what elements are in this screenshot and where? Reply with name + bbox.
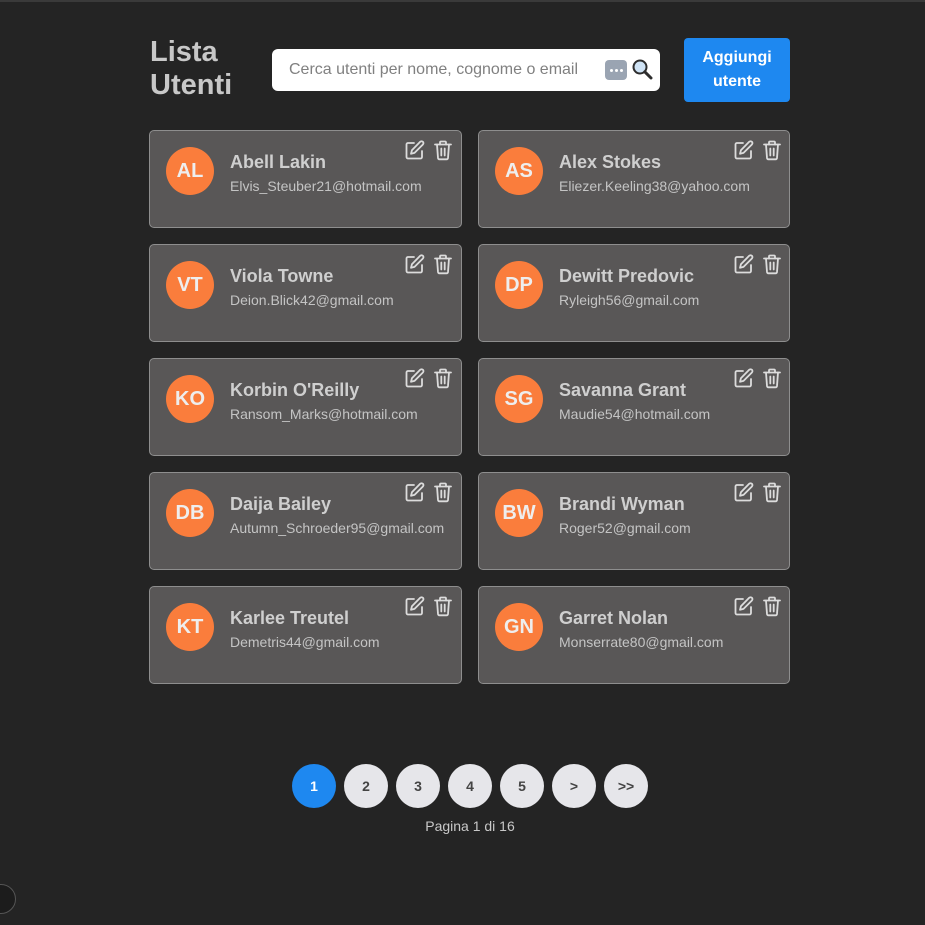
avatar: BW bbox=[495, 489, 543, 537]
trash-icon bbox=[432, 253, 454, 275]
user-name: Savanna Grant bbox=[559, 380, 687, 400]
user-card: KT Karlee Treutel Demetris44@gmail.com bbox=[149, 586, 462, 684]
user-card: BW Brandi Wyman Roger52@gmail.com bbox=[478, 472, 790, 570]
trash-icon bbox=[432, 481, 454, 503]
user-card: GN Garret Nolan Monserrate80@gmail.com bbox=[478, 586, 790, 684]
trash-icon bbox=[761, 481, 783, 503]
user-name: Alex Stokes bbox=[559, 152, 662, 172]
avatar: DB bbox=[166, 489, 214, 537]
user-card: AS Alex Stokes Eliezer.Keeling38@yahoo.c… bbox=[478, 130, 790, 228]
trash-icon bbox=[761, 367, 783, 389]
edit-button[interactable] bbox=[733, 481, 755, 503]
edit-icon bbox=[404, 253, 426, 275]
page-title: Lista Utenti bbox=[150, 36, 233, 101]
edit-icon bbox=[404, 595, 426, 617]
user-name: Abell Lakin bbox=[230, 152, 327, 172]
page-info: Pagina 1 di 16 bbox=[425, 818, 515, 834]
edit-icon bbox=[733, 253, 755, 275]
next-page-button[interactable]: > bbox=[552, 764, 596, 808]
user-name: Korbin O'Reilly bbox=[230, 380, 360, 400]
add-user-button[interactable]: Aggiungi utente bbox=[684, 38, 790, 102]
avatar: GN bbox=[495, 603, 543, 651]
search-box bbox=[272, 49, 660, 91]
edit-icon bbox=[733, 481, 755, 503]
avatar: AS bbox=[495, 147, 543, 195]
trash-icon bbox=[432, 595, 454, 617]
user-email: Elvis_Steuber21@hotmail.com bbox=[230, 178, 422, 194]
delete-button[interactable] bbox=[432, 253, 454, 275]
trash-icon bbox=[761, 253, 783, 275]
user-email: Roger52@gmail.com bbox=[559, 520, 691, 536]
user-card: SG Savanna Grant Maudie54@hotmail.com bbox=[478, 358, 790, 456]
floating-toggle[interactable] bbox=[0, 884, 16, 914]
delete-button[interactable] bbox=[432, 481, 454, 503]
user-email: Autumn_Schroeder95@gmail.com bbox=[230, 520, 445, 536]
user-email: Maudie54@hotmail.com bbox=[559, 406, 711, 422]
edit-button[interactable] bbox=[733, 367, 755, 389]
page-button-3[interactable]: 3 bbox=[396, 764, 440, 808]
user-email: Ryleigh56@gmail.com bbox=[559, 292, 700, 308]
delete-button[interactable] bbox=[761, 139, 783, 161]
delete-button[interactable] bbox=[432, 595, 454, 617]
delete-button[interactable] bbox=[761, 367, 783, 389]
user-name: Dewitt Predovic bbox=[559, 266, 695, 286]
edit-button[interactable] bbox=[733, 253, 755, 275]
delete-button[interactable] bbox=[761, 595, 783, 617]
page-button-5[interactable]: 5 bbox=[500, 764, 544, 808]
user-name: Daija Bailey bbox=[230, 494, 332, 514]
edit-button[interactable] bbox=[404, 481, 426, 503]
delete-button[interactable] bbox=[761, 253, 783, 275]
avatar: AL bbox=[166, 147, 214, 195]
user-email: Deion.Blick42@gmail.com bbox=[230, 292, 394, 308]
user-email: Ransom_Marks@hotmail.com bbox=[230, 406, 418, 422]
user-email: Eliezer.Keeling38@yahoo.com bbox=[559, 178, 750, 194]
user-name: Brandi Wyman bbox=[559, 494, 685, 514]
user-name: Karlee Treutel bbox=[230, 608, 350, 628]
delete-button[interactable] bbox=[432, 139, 454, 161]
page-button-4[interactable]: 4 bbox=[448, 764, 492, 808]
user-card: KO Korbin O'Reilly Ransom_Marks@hotmail.… bbox=[149, 358, 462, 456]
edit-button[interactable] bbox=[733, 139, 755, 161]
search-input[interactable] bbox=[272, 49, 609, 91]
edit-button[interactable] bbox=[404, 253, 426, 275]
edit-icon bbox=[404, 481, 426, 503]
edit-icon bbox=[404, 367, 426, 389]
trash-icon bbox=[432, 139, 454, 161]
user-card: DB Daija Bailey Autumn_Schroeder95@gmail… bbox=[149, 472, 462, 570]
trash-icon bbox=[761, 139, 783, 161]
top-border bbox=[0, 0, 925, 2]
edit-icon bbox=[404, 139, 426, 161]
delete-button[interactable] bbox=[761, 481, 783, 503]
user-card: VT Viola Towne Deion.Blick42@gmail.com bbox=[149, 244, 462, 342]
edit-icon bbox=[733, 595, 755, 617]
user-grid: AL Abell Lakin Elvis_Steuber21@hotmail.c… bbox=[149, 130, 790, 684]
last-page-button[interactable]: >> bbox=[604, 764, 648, 808]
trash-icon bbox=[432, 367, 454, 389]
user-name: Viola Towne bbox=[230, 266, 334, 286]
user-name: Garret Nolan bbox=[559, 608, 669, 628]
search-icon[interactable] bbox=[631, 58, 653, 80]
edit-button[interactable] bbox=[404, 139, 426, 161]
user-email: Demetris44@gmail.com bbox=[230, 634, 380, 650]
page-button-1[interactable]: 1 bbox=[292, 764, 336, 808]
edit-icon bbox=[733, 367, 755, 389]
delete-button[interactable] bbox=[432, 367, 454, 389]
avatar: DP bbox=[495, 261, 543, 309]
edit-button[interactable] bbox=[404, 367, 426, 389]
user-email: Monserrate80@gmail.com bbox=[559, 634, 724, 650]
trash-icon bbox=[761, 595, 783, 617]
avatar: KO bbox=[166, 375, 214, 423]
edit-button[interactable] bbox=[733, 595, 755, 617]
avatar: SG bbox=[495, 375, 543, 423]
pagination: 1 2 3 4 5 > >> bbox=[292, 764, 648, 808]
edit-icon bbox=[733, 139, 755, 161]
user-card: AL Abell Lakin Elvis_Steuber21@hotmail.c… bbox=[149, 130, 462, 228]
page-button-2[interactable]: 2 bbox=[344, 764, 388, 808]
user-card: DP Dewitt Predovic Ryleigh56@gmail.com bbox=[478, 244, 790, 342]
avatar: KT bbox=[166, 603, 214, 651]
avatar: VT bbox=[166, 261, 214, 309]
password-manager-icon[interactable] bbox=[605, 60, 627, 80]
edit-button[interactable] bbox=[404, 595, 426, 617]
